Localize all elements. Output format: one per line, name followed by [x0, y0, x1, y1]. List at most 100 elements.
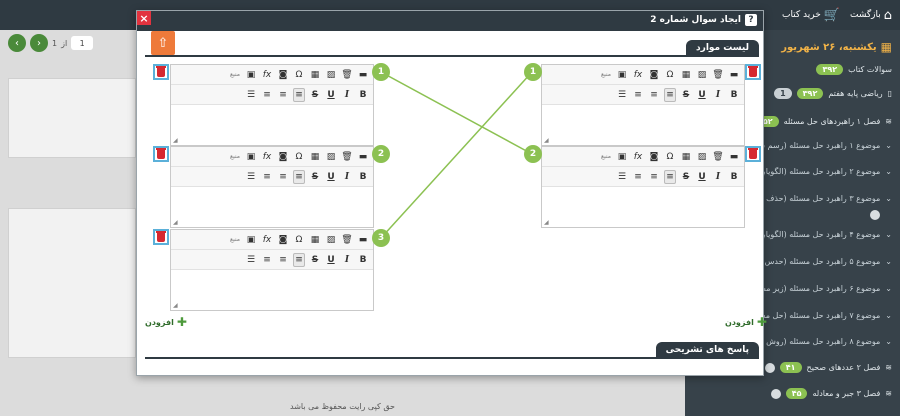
pager-next-button[interactable]: › — [30, 34, 48, 52]
editor-textarea[interactable] — [171, 187, 373, 227]
editor-textarea[interactable] — [542, 105, 744, 145]
topic-item[interactable]: ⌄ موضوع ۶ راهبرد حل مسئله (زیر مسئله) — [747, 284, 892, 293]
code-icon[interactable]: ▣ — [245, 233, 257, 247]
code-icon[interactable]: ▣ — [245, 150, 257, 164]
image-icon[interactable]: ▨ — [325, 150, 337, 164]
pager-current[interactable]: 1 — [71, 36, 94, 50]
bold-icon[interactable]: B — [728, 170, 740, 184]
underline-icon[interactable]: U — [325, 253, 337, 267]
table-icon[interactable]: ▦ — [309, 150, 321, 164]
source-button[interactable]: منبع — [600, 150, 612, 164]
left-editor-2[interactable]: منبع ▣ fx ◙ Ω ▦ ▨ 🗑 ▬ ☰ ≡ ≡ ≡ S U I B ◢ — [170, 146, 374, 228]
bold-icon[interactable]: B — [728, 88, 740, 102]
trash-icon[interactable]: 🗑 — [341, 150, 353, 164]
delete-button[interactable] — [153, 146, 169, 162]
camera-icon[interactable]: ◙ — [648, 68, 660, 82]
resize-handle-icon[interactable]: ◢ — [544, 219, 549, 226]
omega-icon[interactable]: Ω — [293, 233, 305, 247]
bold-icon[interactable]: B — [357, 88, 369, 102]
align-center-icon[interactable]: ≡ — [648, 170, 660, 184]
source-button[interactable]: منبع — [229, 68, 241, 82]
underline-icon[interactable]: U — [325, 88, 337, 102]
resize-handle-icon[interactable]: ◢ — [173, 219, 178, 226]
trash-icon[interactable]: 🗑 — [341, 233, 353, 247]
minus-icon[interactable]: ▬ — [728, 68, 740, 82]
italic-icon[interactable]: I — [712, 88, 724, 102]
bold-icon[interactable]: B — [357, 253, 369, 267]
formula-icon[interactable]: fx — [261, 150, 273, 164]
italic-icon[interactable]: I — [341, 170, 353, 184]
left-editor-3[interactable]: منبع ▣ fx ◙ Ω ▦ ▨ 🗑 ▬ ☰ ≡ ≡ ≡ S U I B ◢ — [170, 229, 374, 311]
omega-icon[interactable]: Ω — [664, 150, 676, 164]
minus-icon[interactable]: ▬ — [728, 150, 740, 164]
align-center-icon[interactable]: ≡ — [277, 88, 289, 102]
align-center-icon[interactable]: ≡ — [277, 253, 289, 267]
left-editor-1[interactable]: منبع ▣ fx ◙ Ω ▦ ▨ 🗑 ▬ ☰ ≡ ≡ ≡ S U I B ◢ — [170, 64, 374, 146]
formula-icon[interactable]: fx — [632, 150, 644, 164]
trash-icon[interactable]: 🗑 — [712, 68, 724, 82]
italic-icon[interactable]: I — [341, 253, 353, 267]
align-center-icon[interactable]: ≡ — [648, 88, 660, 102]
delete-button[interactable] — [745, 64, 761, 80]
source-button[interactable]: منبع — [600, 68, 612, 82]
topic-item[interactable]: ⌄ موضوع ۱ راهبرد حل مسئله (رسم شکل) — [745, 141, 892, 150]
image-icon[interactable]: ▨ — [696, 150, 708, 164]
minus-icon[interactable]: ▬ — [357, 233, 369, 247]
strike-icon[interactable]: S — [309, 170, 321, 184]
left-number-badge[interactable]: 2 — [372, 145, 390, 163]
align-right-icon[interactable]: ≡ — [664, 87, 676, 102]
align-right-icon[interactable]: ≡ — [293, 252, 305, 267]
italic-icon[interactable]: I — [341, 88, 353, 102]
resize-handle-icon[interactable]: ◢ — [544, 137, 549, 144]
justify-icon[interactable]: ☰ — [616, 170, 628, 184]
camera-icon[interactable]: ◙ — [648, 150, 660, 164]
help-icon[interactable]: ? — [745, 14, 757, 26]
minus-icon[interactable]: ▬ — [357, 150, 369, 164]
resize-handle-icon[interactable]: ◢ — [173, 137, 178, 144]
justify-icon[interactable]: ☰ — [245, 170, 257, 184]
underline-icon[interactable]: U — [696, 88, 708, 102]
align-center-icon[interactable]: ≡ — [277, 170, 289, 184]
formula-icon[interactable]: fx — [261, 68, 273, 82]
pager-prev-button[interactable]: ‹ — [8, 34, 26, 52]
align-left-icon[interactable]: ≡ — [261, 253, 273, 267]
justify-icon[interactable]: ☰ — [245, 253, 257, 267]
chapter1-row[interactable]: ≋ فصل ۱ راهبردهای حل مسئله ۵۲ — [756, 116, 892, 127]
topic-item[interactable]: ⌄ موضوع ۲ راهبرد حل مسئله (الگویابی) — [754, 167, 892, 176]
image-icon[interactable]: ▨ — [325, 68, 337, 82]
book-row[interactable]: ▯ ریاضی پایه هفتم ۳۹۲ 1 — [774, 88, 892, 99]
source-button[interactable]: منبع — [229, 233, 241, 247]
justify-icon[interactable]: ☰ — [245, 88, 257, 102]
align-right-icon[interactable]: ≡ — [664, 169, 676, 184]
delete-button[interactable] — [745, 146, 761, 162]
delete-button[interactable] — [153, 64, 169, 80]
strike-icon[interactable]: S — [680, 88, 692, 102]
strike-icon[interactable]: S — [309, 88, 321, 102]
topic-item[interactable]: ⌄ موضوع ۴ راهبرد حل مسئله (الگویابی) — [754, 230, 892, 239]
add-right-button[interactable]: افزودن ✚ — [725, 315, 767, 329]
omega-icon[interactable]: Ω — [664, 68, 676, 82]
align-left-icon[interactable]: ≡ — [261, 170, 273, 184]
omega-icon[interactable]: Ω — [293, 68, 305, 82]
right-editor-2[interactable]: منبع ▣ fx ◙ Ω ▦ ▨ 🗑 ▬ ☰ ≡ ≡ ≡ S U I B ◢ — [541, 146, 745, 228]
topic-toggle[interactable] — [870, 210, 880, 220]
right-number-badge[interactable]: 1 — [524, 63, 542, 81]
formula-icon[interactable]: fx — [632, 68, 644, 82]
left-number-badge[interactable]: 3 — [372, 229, 390, 247]
table-icon[interactable]: ▦ — [680, 68, 692, 82]
upload-button[interactable]: ⇧ — [151, 31, 175, 55]
trash-icon[interactable]: 🗑 — [341, 68, 353, 82]
source-button[interactable]: منبع — [229, 150, 241, 164]
align-right-icon[interactable]: ≡ — [293, 87, 305, 102]
minus-icon[interactable]: ▬ — [357, 68, 369, 82]
table-icon[interactable]: ▦ — [680, 150, 692, 164]
chapter3-row[interactable]: ≋ فصل ۳ جبر و معادله ۴۵ — [770, 388, 892, 399]
camera-icon[interactable]: ◙ — [277, 150, 289, 164]
chapter2-row[interactable]: ≋ فصل ۲ عددهای صحیح ۴۱ — [764, 362, 892, 373]
left-number-badge[interactable]: 1 — [372, 63, 390, 81]
back-button[interactable]: بازگشت ⌂ — [850, 4, 892, 26]
underline-icon[interactable]: U — [696, 170, 708, 184]
justify-icon[interactable]: ☰ — [616, 88, 628, 102]
code-icon[interactable]: ▣ — [616, 68, 628, 82]
image-icon[interactable]: ▨ — [696, 68, 708, 82]
